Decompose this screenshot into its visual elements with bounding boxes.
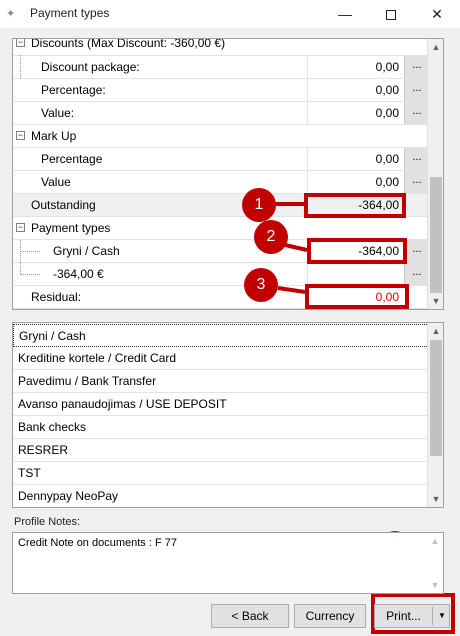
annotation-marker-1: 1 <box>242 188 276 222</box>
profile-notes-text: Credit Note on documents : F 77 <box>18 537 177 549</box>
print-button[interactable]: Print... ▼ <box>374 604 450 628</box>
profile-notes-field[interactable]: Credit Note on documents : F 77 ▲ ▼ <box>12 532 444 594</box>
back-button[interactable]: < Back <box>211 604 289 628</box>
list-item[interactable]: Avanso panaudojimas / USE DEPOSIT <box>13 393 429 416</box>
scroll-down-icon[interactable]: ▼ <box>428 491 443 507</box>
annotation-marker-3: 3 <box>244 268 278 302</box>
list-item[interactable]: RESRER <box>13 439 429 462</box>
scroll-up-icon[interactable]: ▲ <box>428 323 443 339</box>
scroll-up-icon[interactable]: ▲ <box>427 533 443 549</box>
print-button-label: Print... <box>386 609 421 623</box>
list-item[interactable]: Pavedimu / Bank Transfer <box>13 370 429 393</box>
notes-scrollbar[interactable]: ▲ ▼ <box>427 533 443 593</box>
scroll-down-icon[interactable]: ▼ <box>427 577 443 593</box>
dropdown-arrow-icon[interactable]: ▼ <box>435 605 449 627</box>
button-separator <box>432 607 433 625</box>
list-item[interactable]: TST <box>13 462 429 485</box>
annotation-arrow <box>277 286 306 294</box>
list-scrollbar[interactable]: ▲ ▼ <box>427 323 443 507</box>
list-item[interactable]: Dennypay NeoPay <box>13 485 429 507</box>
list-item[interactable]: Gryni / Cash <box>13 324 429 347</box>
profile-notes-label: Profile Notes: <box>14 516 81 528</box>
payment-types-list[interactable]: Gryni / Cash Kreditine kortele / Credit … <box>12 322 444 508</box>
list-item[interactable]: Bank checks <box>13 416 429 439</box>
annotation-arrow <box>284 243 308 252</box>
annotation-marker-2: 2 <box>254 220 288 254</box>
scroll-thumb[interactable] <box>430 340 442 456</box>
currency-button[interactable]: Currency <box>294 604 366 628</box>
list-item[interactable]: Kreditine kortele / Credit Card <box>13 347 429 370</box>
